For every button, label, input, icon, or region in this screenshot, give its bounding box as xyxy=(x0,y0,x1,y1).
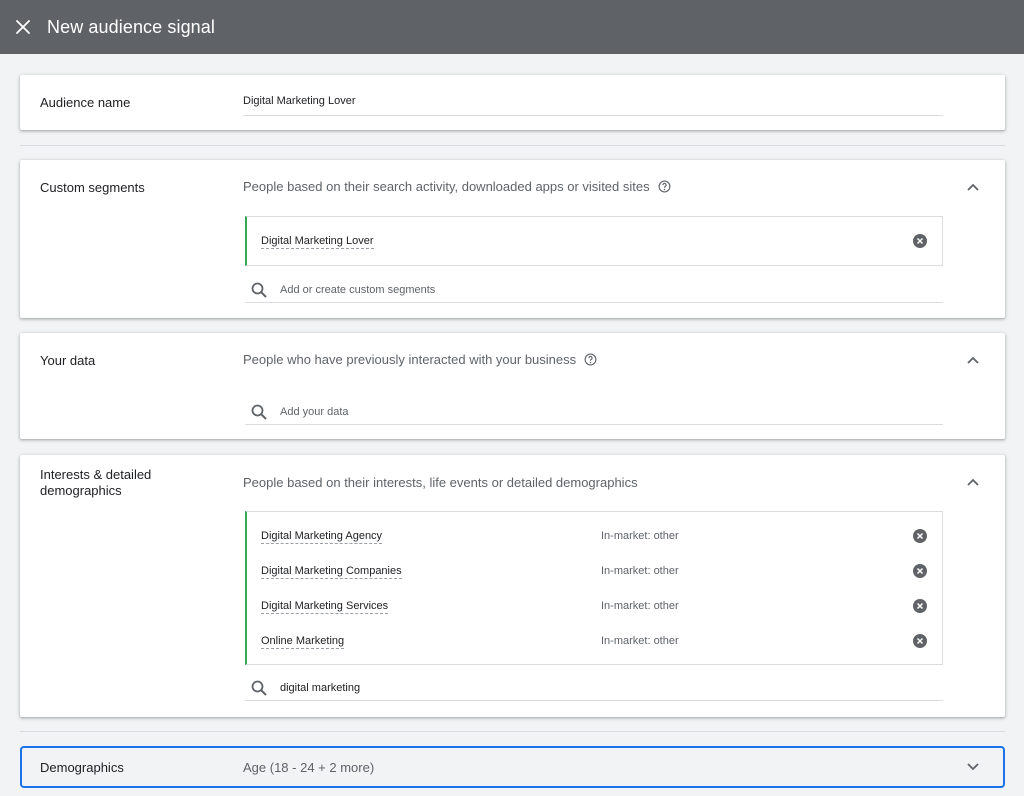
remove-icon xyxy=(913,529,927,543)
your-data-search[interactable] xyxy=(245,399,943,425)
your-data-card: Your data People who have previously int… xyxy=(20,333,1005,439)
remove-icon xyxy=(913,564,927,578)
custom-segments-label: Custom segments xyxy=(40,180,145,195)
chip-row: Online Marketing In-market: other xyxy=(261,631,928,651)
close-icon xyxy=(16,20,30,34)
custom-segments-search-input[interactable] xyxy=(280,283,880,296)
interests-label: Interests & detailed demographics xyxy=(40,467,152,498)
audience-name-input[interactable]: Digital Marketing Lover xyxy=(243,95,943,116)
chevron-up-icon xyxy=(967,478,979,486)
custom-segments-search[interactable] xyxy=(245,277,943,303)
help-icon[interactable] xyxy=(658,180,671,193)
interests-search-input[interactable] xyxy=(280,681,880,694)
chip-name[interactable]: Digital Marketing Companies xyxy=(261,564,402,579)
interests-chip-box: Digital Marketing Agency In-market: othe… xyxy=(245,511,943,665)
custom-segments-description: People based on their search activity, d… xyxy=(243,179,671,194)
demographics-card[interactable]: Demographics Age (18 - 24 + 2 more) xyxy=(20,746,1005,788)
help-icon[interactable] xyxy=(584,353,597,366)
your-data-description-text: People who have previously interacted wi… xyxy=(243,352,577,367)
chip-category: In-market: other xyxy=(601,600,679,612)
audience-name-label: Audience name xyxy=(40,95,131,110)
dialog-title: New audience signal xyxy=(47,16,216,37)
remove-chip-button[interactable] xyxy=(912,233,928,249)
chip-name[interactable]: Digital Marketing Lover xyxy=(261,234,374,249)
remove-icon xyxy=(913,234,927,248)
chip-row: Digital Marketing Lover xyxy=(261,231,928,251)
chip-name[interactable]: Digital Marketing Agency xyxy=(261,529,383,544)
collapse-chevron-button[interactable] xyxy=(963,177,983,197)
search-icon xyxy=(245,404,273,420)
remove-chip-button[interactable] xyxy=(912,598,928,614)
chevron-up-icon xyxy=(967,356,979,364)
chip-category: In-market: other xyxy=(601,530,679,542)
demographics-summary: Age (18 - 24 + 2 more) xyxy=(243,760,375,775)
chip-row: Digital Marketing Companies In-market: o… xyxy=(261,561,928,581)
custom-segments-card: Custom segments People based on their se… xyxy=(20,160,1005,318)
remove-icon xyxy=(913,599,927,613)
custom-segments-chip-box: Digital Marketing Lover xyxy=(245,216,943,266)
interests-description: People based on their interests, life ev… xyxy=(243,475,638,490)
chip-name[interactable]: Digital Marketing Services xyxy=(261,599,389,614)
chip-row: Digital Marketing Services In-market: ot… xyxy=(261,596,928,616)
chip-category: In-market: other xyxy=(601,565,679,577)
collapse-chevron-button[interactable] xyxy=(963,350,983,370)
interests-search[interactable] xyxy=(245,675,943,701)
your-data-label: Your data xyxy=(40,353,96,368)
remove-icon xyxy=(913,634,927,648)
chevron-up-icon xyxy=(967,183,979,191)
audience-name-card: Audience name Digital Marketing Lover xyxy=(20,75,1005,130)
interests-description-text: People based on their interests, life ev… xyxy=(243,475,638,490)
your-data-search-input[interactable] xyxy=(280,405,880,418)
your-data-description: People who have previously interacted wi… xyxy=(243,352,597,367)
remove-chip-button[interactable] xyxy=(912,528,928,544)
custom-segments-description-text: People based on their search activity, d… xyxy=(243,179,650,194)
expand-chevron-button[interactable] xyxy=(963,757,983,777)
chip-row: Digital Marketing Agency In-market: othe… xyxy=(261,526,928,546)
search-icon xyxy=(245,680,273,696)
search-icon xyxy=(245,282,273,298)
chevron-down-icon xyxy=(967,763,979,771)
remove-chip-button[interactable] xyxy=(912,633,928,649)
remove-chip-button[interactable] xyxy=(912,563,928,579)
close-button[interactable] xyxy=(0,0,46,54)
chip-name[interactable]: Online Marketing xyxy=(261,634,345,649)
collapse-chevron-button[interactable] xyxy=(963,472,983,492)
chip-category: In-market: other xyxy=(601,635,679,647)
interests-card: Interests & detailed demographics People… xyxy=(20,455,1005,717)
section-divider xyxy=(20,731,1005,732)
dialog-header: New audience signal xyxy=(0,0,1024,54)
demographics-label: Demographics xyxy=(40,760,124,775)
section-divider xyxy=(20,145,1005,146)
